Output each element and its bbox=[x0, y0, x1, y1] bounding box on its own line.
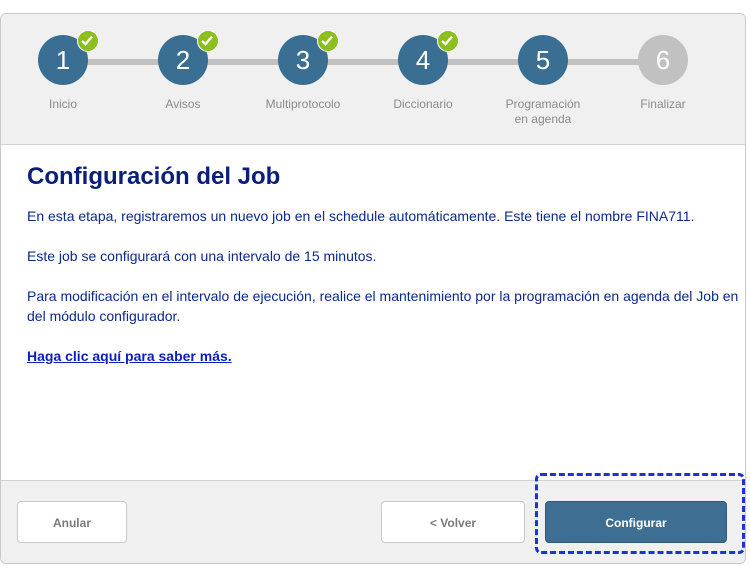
step-label: Finalizar bbox=[640, 97, 686, 111]
step-circle: 6 bbox=[638, 35, 688, 85]
step-circle: 2 bbox=[158, 30, 219, 85]
check-icon bbox=[437, 30, 459, 52]
page-title: Configuración del Job bbox=[27, 163, 281, 190]
step-circle: 5 bbox=[518, 35, 568, 85]
step-circle: 3 bbox=[278, 30, 339, 85]
step-4: 4 Diccionario bbox=[368, 30, 478, 112]
wizard-panel: 1 Inicio 2 Avisos 3 Multiprotocolo 4 Dic… bbox=[0, 13, 746, 564]
step-2: 2 Avisos bbox=[128, 30, 238, 112]
learn-more-link[interactable]: Haga clic aquí para saber más. bbox=[27, 348, 232, 364]
check-icon bbox=[77, 30, 99, 52]
step-label: Programación en agenda bbox=[505, 97, 581, 126]
step-label: Multiprotocolo bbox=[265, 97, 341, 111]
step-label: Avisos bbox=[165, 97, 201, 111]
description-paragraph: En esta etapa, registraremos un nuevo jo… bbox=[27, 208, 695, 224]
maintenance-paragraph-line2: del módulo configurador. bbox=[27, 308, 181, 324]
maintenance-paragraph-line1: Para modificación en el intervalo de eje… bbox=[27, 288, 739, 304]
cancel-button[interactable]: Anular bbox=[17, 501, 127, 543]
main-content: Configuración del Job En esta etapa, reg… bbox=[27, 162, 745, 366]
step-label: Diccionario bbox=[393, 97, 453, 111]
step-5: 5 Programación en agenda bbox=[488, 35, 598, 127]
step-label: Inicio bbox=[48, 97, 77, 111]
check-icon bbox=[197, 30, 219, 52]
step-6: 6 Finalizar bbox=[608, 35, 718, 112]
interval-paragraph: Este job se configurará con una interval… bbox=[27, 248, 377, 264]
wizard-stepper: 1 Inicio 2 Avisos 3 Multiprotocolo 4 Dic… bbox=[1, 14, 745, 145]
back-button[interactable]: < Volver bbox=[381, 501, 525, 543]
wizard-footer: Anular < Volver Configurar bbox=[1, 480, 745, 563]
step-circle: 4 bbox=[398, 30, 459, 85]
check-icon bbox=[317, 30, 339, 52]
step-circle: 1 bbox=[38, 30, 99, 85]
step-1: 1 Inicio bbox=[8, 30, 118, 112]
step-3: 3 Multiprotocolo bbox=[248, 30, 358, 112]
configure-button[interactable]: Configurar bbox=[545, 501, 727, 543]
